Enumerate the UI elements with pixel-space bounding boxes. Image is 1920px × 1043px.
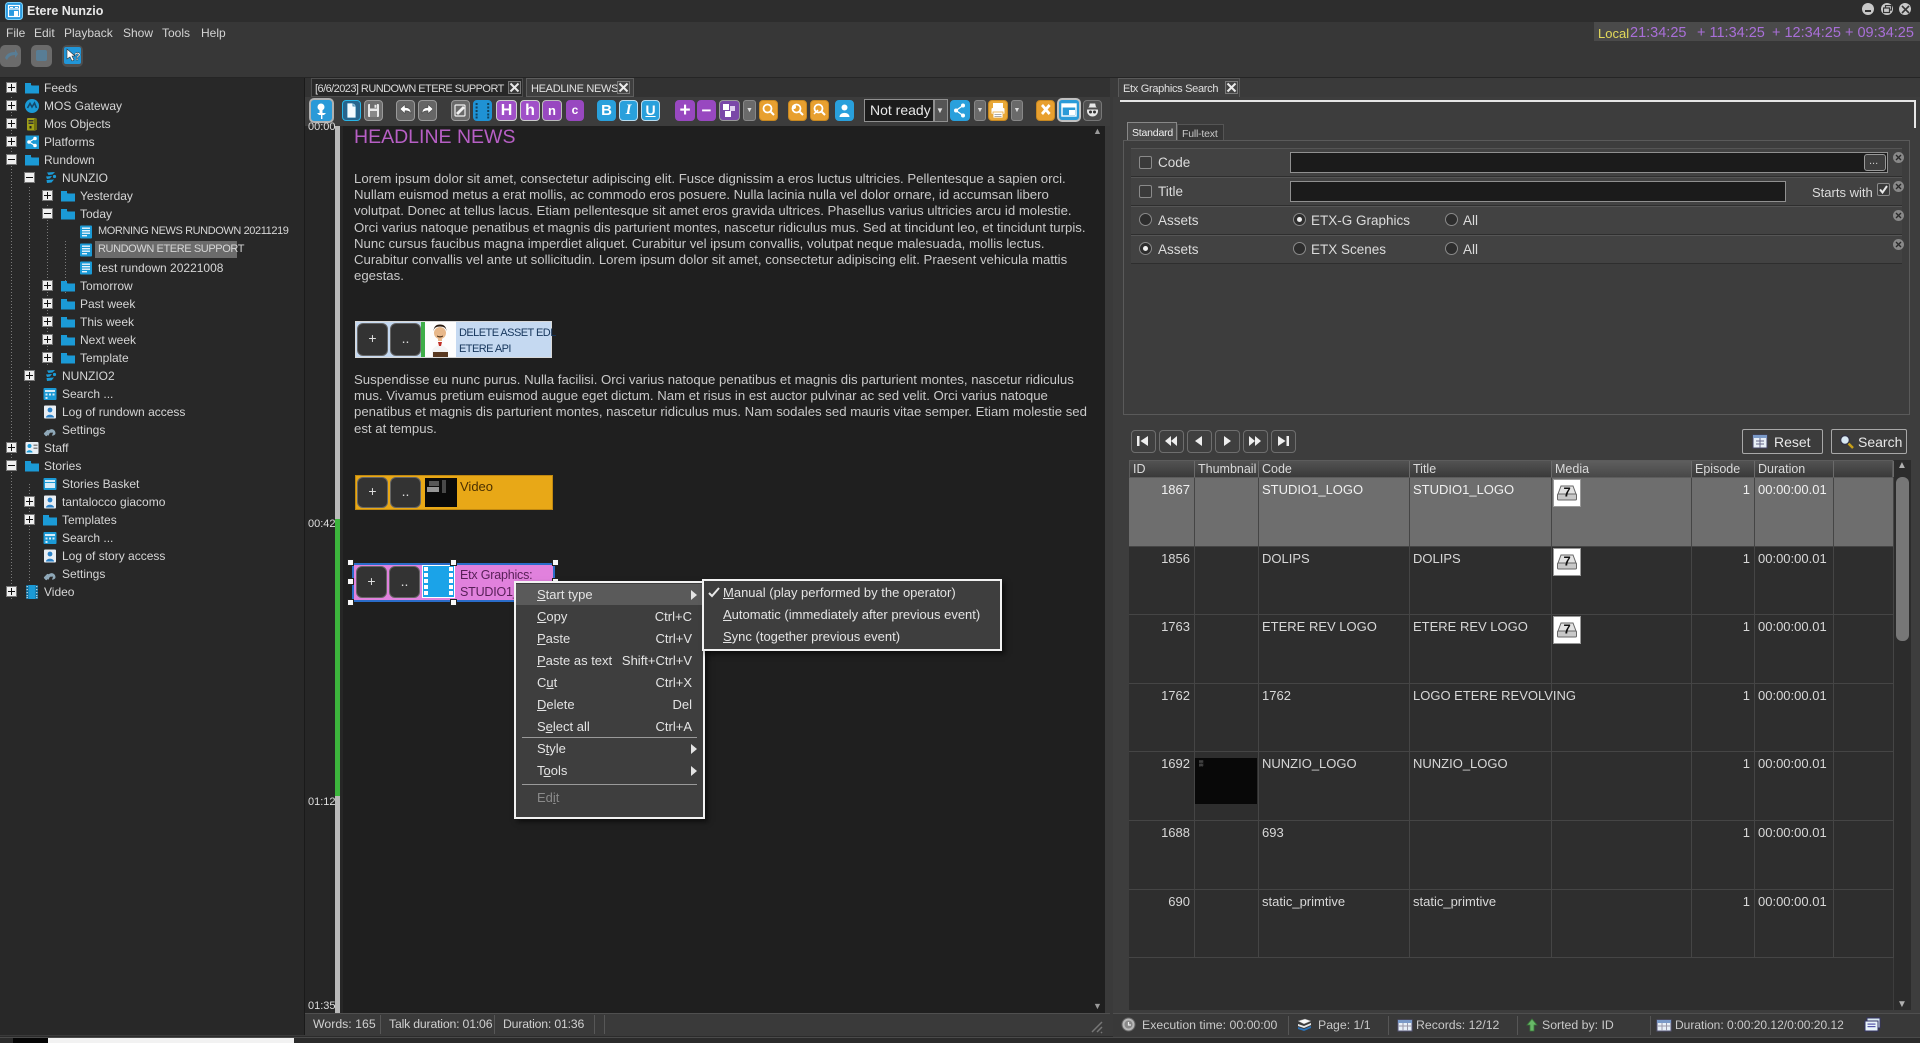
svg-text:?: ? <box>74 51 81 63</box>
svg-text:7: 7 <box>1564 622 1571 637</box>
svg-text:7: 7 <box>1564 485 1571 500</box>
svg-text:7: 7 <box>1564 554 1571 569</box>
